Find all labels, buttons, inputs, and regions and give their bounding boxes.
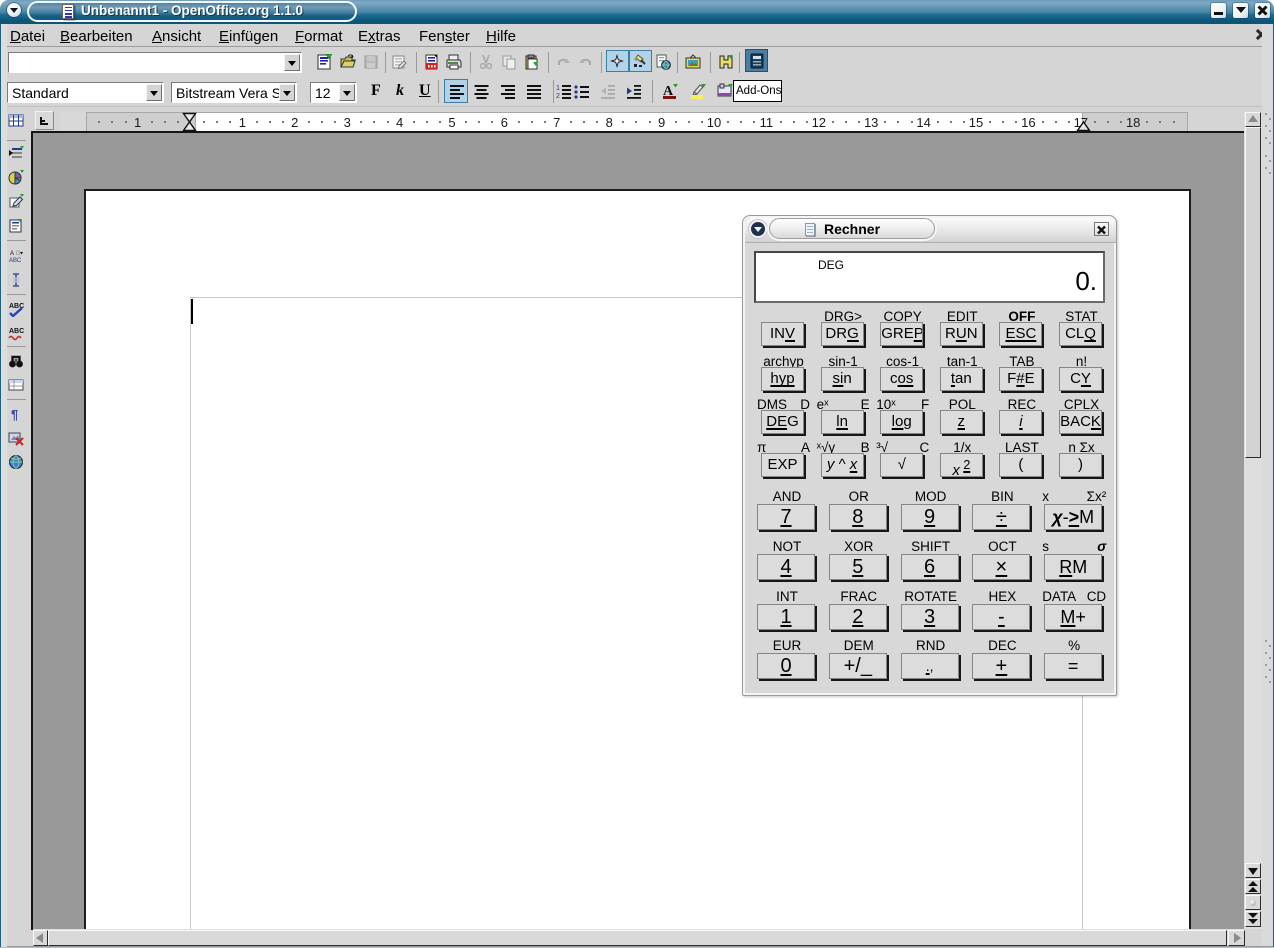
svg-text:ABC: ABC bbox=[9, 328, 24, 335]
svg-text:D: D bbox=[16, 251, 21, 257]
svg-text:A: A bbox=[10, 251, 14, 257]
svg-text:2: 2 bbox=[556, 93, 560, 100]
svg-text:¶: ¶ bbox=[11, 407, 18, 422]
svg-text:ABC: ABC bbox=[9, 258, 22, 264]
svg-text:1: 1 bbox=[556, 85, 560, 92]
